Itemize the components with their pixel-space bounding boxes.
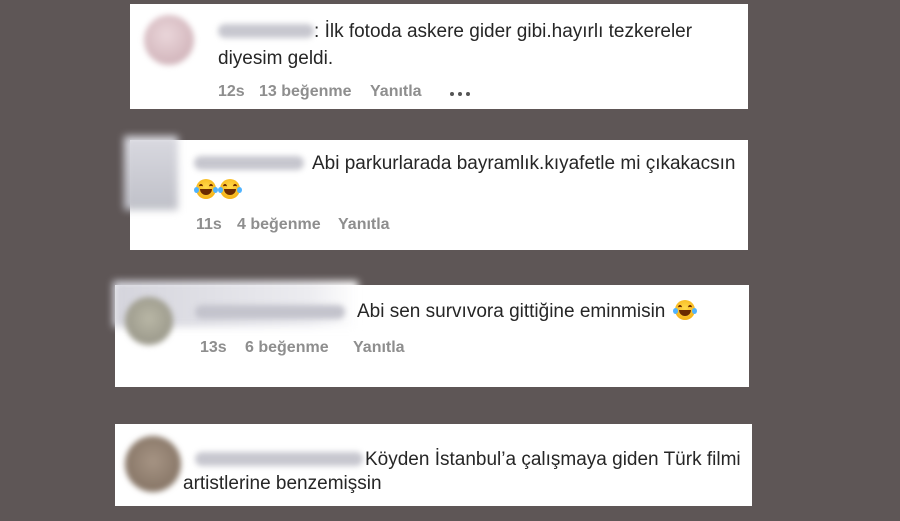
comment-line: İlk fotoda askere gider gibi.hayırlı tez…: [324, 21, 693, 42]
timestamp[interactable]: 13s: [200, 339, 227, 357]
likes-count[interactable]: 6 beğenme: [245, 339, 329, 357]
likes-count[interactable]: 13 beğenme: [259, 83, 351, 101]
comment-line: Abi sen survıvora gittiğine eminmisin: [357, 301, 666, 322]
comment-text-4: Köyden İstanbul’a çalışmaya giden Türk f…: [365, 449, 741, 470]
likes-count[interactable]: 4 beğenme: [237, 216, 321, 234]
comment-meta-3: 13s 6 beğenme Yanıtla: [200, 339, 500, 359]
comment-text-1: : İlk fotoda askere gider gibi.hayırlı t…: [314, 18, 692, 45]
avatar[interactable]: [125, 297, 173, 345]
avatar[interactable]: [125, 436, 181, 492]
face-with-tears-of-joy-icon: [218, 179, 242, 199]
comment-text-2: Abi parkurlarada bayramlık.kıyafetle mi …: [312, 153, 736, 174]
comment-card-3: Abi sen survıvora gittiğine eminmisin 13…: [113, 281, 749, 387]
comment-card-2: Abi parkurlarada bayramlık.kıyafetle mi …: [124, 136, 748, 250]
timestamp[interactable]: 12s: [218, 83, 245, 101]
reply-button[interactable]: Yanıtla: [370, 83, 422, 101]
emoji-line: [194, 177, 244, 204]
face-with-tears-of-joy-icon: [194, 179, 218, 199]
timestamp[interactable]: 11s: [196, 216, 222, 234]
comment-meta-2: 11s 4 beğenme Yanıtla: [196, 216, 496, 236]
comment-card-4: Köyden İstanbul’a çalışmaya giden Türk f…: [115, 424, 752, 506]
comment-card-1: : İlk fotoda askere gider gibi.hayırlı t…: [130, 4, 748, 109]
comment-text-3: Abi sen survıvora gittiğine eminmisin: [357, 298, 699, 325]
blurred-avatar-area[interactable]: [124, 136, 178, 210]
blurred-username[interactable]: [195, 452, 363, 466]
comment-text-4-line-2: artistlerine benzemişsin: [183, 473, 382, 494]
name-separator: :: [314, 21, 320, 42]
comment-meta-1: 12s 13 beğenme Yanıtla: [218, 83, 538, 103]
blurred-username[interactable]: [195, 305, 345, 319]
more-options-icon[interactable]: [450, 83, 474, 101]
blurred-username[interactable]: [194, 156, 304, 170]
blurred-username[interactable]: [218, 24, 314, 38]
avatar[interactable]: [144, 15, 194, 65]
comment-text-1-line-2: diyesim geldi.: [218, 48, 334, 69]
reply-button[interactable]: Yanıtla: [353, 339, 405, 357]
face-with-tears-of-joy-icon: [672, 300, 697, 320]
reply-button[interactable]: Yanıtla: [338, 216, 390, 234]
